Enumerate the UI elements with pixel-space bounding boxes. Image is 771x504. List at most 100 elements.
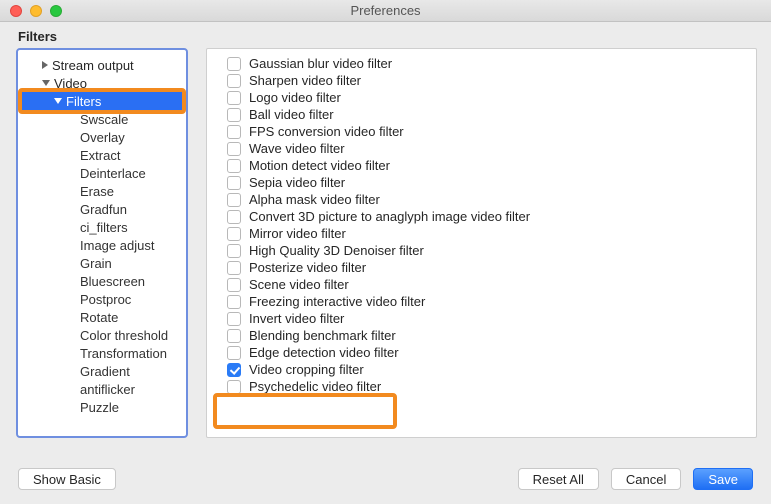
checkbox[interactable] [227, 91, 241, 105]
sidebar-item-label: Stream output [52, 58, 134, 73]
sidebar-item[interactable]: Extract [18, 146, 186, 164]
filter-option[interactable]: Gaussian blur video filter [207, 55, 756, 72]
checkbox[interactable] [227, 159, 241, 173]
save-button[interactable]: Save [693, 468, 753, 490]
filter-option-label: Sepia video filter [249, 175, 345, 190]
checkbox[interactable] [227, 57, 241, 71]
sidebar-item-label: ci_filters [80, 220, 128, 235]
minimize-window-button[interactable] [30, 5, 42, 17]
filter-option-label: Scene video filter [249, 277, 349, 292]
filter-option-label: Psychedelic video filter [249, 379, 381, 394]
bottom-bar: Show Basic Reset All Cancel Save [0, 454, 771, 504]
cancel-button[interactable]: Cancel [611, 468, 681, 490]
sidebar-item-label: Gradient [80, 364, 130, 379]
filter-option-label: Motion detect video filter [249, 158, 390, 173]
filter-option[interactable]: Posterize video filter [207, 259, 756, 276]
filter-option[interactable]: Logo video filter [207, 89, 756, 106]
sidebar-item[interactable]: Grain [18, 254, 186, 272]
checkbox[interactable] [227, 74, 241, 88]
sidebar-item[interactable]: Color threshold [18, 326, 186, 344]
filter-option-label: Logo video filter [249, 90, 341, 105]
filter-option-label: High Quality 3D Denoiser filter [249, 243, 424, 258]
sidebar-item-label: Puzzle [80, 400, 119, 415]
filter-option[interactable]: Freezing interactive video filter [207, 293, 756, 310]
filter-option[interactable]: High Quality 3D Denoiser filter [207, 242, 756, 259]
sidebar-item[interactable]: Video [18, 74, 186, 92]
checkbox[interactable] [227, 142, 241, 156]
sidebar-item[interactable]: Postproc [18, 290, 186, 308]
filter-option[interactable]: Ball video filter [207, 106, 756, 123]
filter-option[interactable]: Video cropping filter [207, 361, 756, 378]
checkbox[interactable] [227, 380, 241, 394]
sidebar-item[interactable]: Transformation [18, 344, 186, 362]
filter-option-label: Video cropping filter [249, 362, 364, 377]
sidebar[interactable]: Stream outputVideoFiltersSwscaleOverlayE… [16, 48, 188, 438]
zoom-window-button[interactable] [50, 5, 62, 17]
sidebar-item[interactable]: Deinterlace [18, 164, 186, 182]
filter-options-panel[interactable]: Gaussian blur video filterSharpen video … [206, 48, 757, 438]
sidebar-item-label: Transformation [80, 346, 167, 361]
filter-option[interactable]: Convert 3D picture to anaglyph image vid… [207, 208, 756, 225]
checkbox[interactable] [227, 312, 241, 326]
filter-option[interactable]: Sepia video filter [207, 174, 756, 191]
sidebar-item[interactable]: Rotate [18, 308, 186, 326]
filter-option[interactable]: Blending benchmark filter [207, 327, 756, 344]
sidebar-item[interactable]: Gradient [18, 362, 186, 380]
filter-option-label: Mirror video filter [249, 226, 346, 241]
checkbox[interactable] [227, 295, 241, 309]
filter-option[interactable]: Wave video filter [207, 140, 756, 157]
sidebar-item[interactable]: Gradfun [18, 200, 186, 218]
filter-option[interactable]: Alpha mask video filter [207, 191, 756, 208]
sidebar-item-label: Erase [80, 184, 114, 199]
show-basic-button[interactable]: Show Basic [18, 468, 116, 490]
checkbox[interactable] [227, 193, 241, 207]
filter-option-label: Posterize video filter [249, 260, 366, 275]
filter-option[interactable]: Sharpen video filter [207, 72, 756, 89]
checkbox[interactable] [227, 329, 241, 343]
sidebar-item-label: antiflicker [80, 382, 135, 397]
filter-option[interactable]: Invert video filter [207, 310, 756, 327]
sidebar-item[interactable]: Puzzle [18, 398, 186, 416]
filter-option[interactable]: Scene video filter [207, 276, 756, 293]
chevron-down-icon [42, 80, 50, 86]
sidebar-item-label: Rotate [80, 310, 118, 325]
sidebar-item[interactable]: antiflicker [18, 380, 186, 398]
checkbox[interactable] [227, 176, 241, 190]
filter-option-label: Freezing interactive video filter [249, 294, 425, 309]
checkbox[interactable] [227, 346, 241, 360]
checkbox[interactable] [227, 244, 241, 258]
checkbox[interactable] [227, 227, 241, 241]
filter-option[interactable]: Psychedelic video filter [207, 378, 756, 395]
checkbox[interactable] [227, 363, 241, 377]
sidebar-item[interactable]: Filters [18, 92, 186, 110]
sidebar-item[interactable]: Bluescreen [18, 272, 186, 290]
filter-option-label: Edge detection video filter [249, 345, 399, 360]
sidebar-item-label: Overlay [80, 130, 125, 145]
titlebar: Preferences [0, 0, 771, 22]
section-title: Filters [0, 22, 771, 48]
checkbox[interactable] [227, 125, 241, 139]
sidebar-item[interactable]: Erase [18, 182, 186, 200]
sidebar-item[interactable]: Stream output [18, 56, 186, 74]
sidebar-item[interactable]: Swscale [18, 110, 186, 128]
filter-option-label: Wave video filter [249, 141, 345, 156]
sidebar-item-label: Gradfun [80, 202, 127, 217]
checkbox[interactable] [227, 108, 241, 122]
filter-option[interactable]: Motion detect video filter [207, 157, 756, 174]
filter-option-label: Gaussian blur video filter [249, 56, 392, 71]
sidebar-item-label: Color threshold [80, 328, 168, 343]
filter-option[interactable]: Edge detection video filter [207, 344, 756, 361]
sidebar-item[interactable]: Overlay [18, 128, 186, 146]
filter-option-label: Ball video filter [249, 107, 334, 122]
sidebar-item[interactable]: ci_filters [18, 218, 186, 236]
checkbox[interactable] [227, 278, 241, 292]
filter-option[interactable]: FPS conversion video filter [207, 123, 756, 140]
checkbox[interactable] [227, 210, 241, 224]
filter-option[interactable]: Mirror video filter [207, 225, 756, 242]
close-window-button[interactable] [10, 5, 22, 17]
reset-all-button[interactable]: Reset All [518, 468, 599, 490]
window-title: Preferences [0, 3, 771, 18]
checkbox[interactable] [227, 261, 241, 275]
sidebar-item-label: Grain [80, 256, 112, 271]
sidebar-item[interactable]: Image adjust [18, 236, 186, 254]
